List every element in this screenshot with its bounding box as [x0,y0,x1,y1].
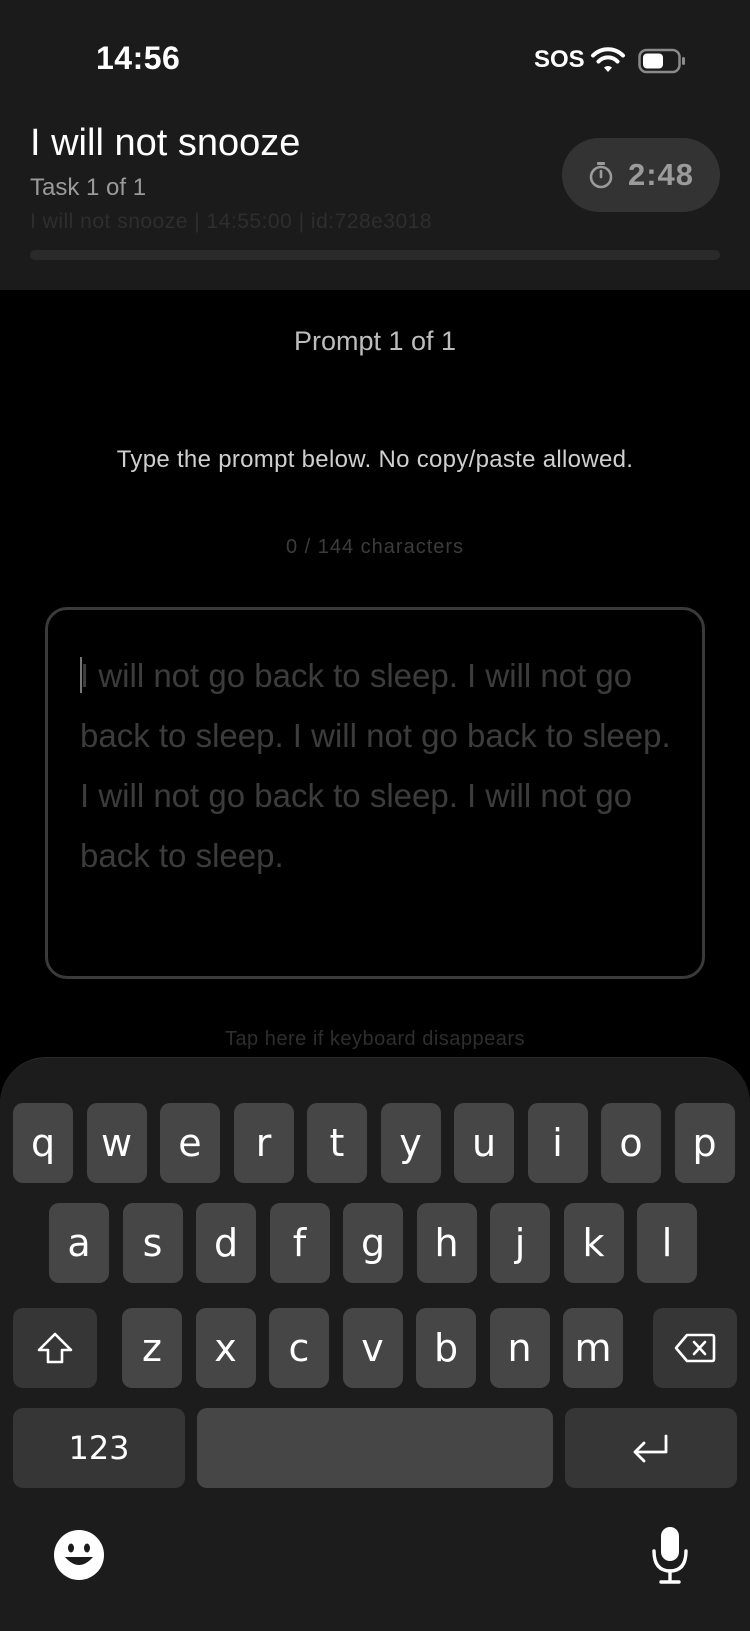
status-bar: 14:56 SOS [0,0,750,110]
wifi-icon [591,47,625,72]
key-z[interactable]: z [122,1308,182,1388]
key-o[interactable]: o [601,1103,661,1183]
key-s[interactable]: s [122,1203,183,1283]
prompt-placeholder: I will not go back to sleep. I will not … [80,646,672,886]
key-y[interactable]: y [380,1103,441,1183]
task-counter: Task 1 of 1 [30,174,147,201]
key-k[interactable]: k [563,1203,624,1283]
shift-key[interactable] [13,1308,97,1388]
key-d[interactable]: d [196,1203,256,1283]
numbers-key[interactable]: 123 [13,1408,185,1488]
key-c[interactable]: c [269,1308,329,1388]
task-title: I will not snooze [30,122,301,164]
prompt-instructions: Type the prompt below. No copy/paste all… [116,446,634,473]
status-carrier: SOS [534,46,585,73]
prompt-text-input[interactable]: I will not go back to sleep. I will not … [45,607,705,979]
on-screen-keyboard: qwertyuiop asdfghjkl zxcvbnm 123 [0,1057,750,1631]
return-icon [633,1434,668,1463]
key-e[interactable]: e [160,1103,220,1183]
key-t[interactable]: t [307,1103,367,1183]
space-key[interactable] [197,1408,553,1488]
key-i[interactable]: i [527,1103,588,1183]
battery-icon [638,48,685,74]
microphone-icon [652,1527,688,1584]
status-time: 14:56 [96,40,181,76]
key-q[interactable]: q [13,1103,73,1183]
key-v[interactable]: v [342,1308,403,1388]
delete-key[interactable] [653,1308,737,1388]
character-count: 0 / 144 characters [285,536,465,558]
key-x[interactable]: x [195,1308,256,1388]
task-debug-info: I will not snooze | 14:55:00 | id:728e30… [30,210,433,233]
key-w[interactable]: w [86,1103,147,1183]
dictation-button[interactable] [648,1523,692,1587]
emoji-button[interactable] [52,1528,106,1582]
key-b[interactable]: b [416,1308,476,1388]
key-p[interactable]: p [674,1103,735,1183]
task-header: I will not snooze Task 1 of 1 I will not… [0,110,750,290]
stopwatch-icon [589,162,613,189]
key-u[interactable]: u [454,1103,514,1183]
key-n[interactable]: n [489,1308,550,1388]
delete-icon [674,1333,716,1363]
shift-icon [37,1332,73,1364]
return-key[interactable] [565,1408,737,1488]
key-j[interactable]: j [490,1203,550,1283]
emoji-icon [54,1530,104,1580]
key-m[interactable]: m [563,1308,623,1388]
keyboard-restore-link[interactable]: Tap here if keyboard disappears [0,1028,750,1051]
key-r[interactable]: r [233,1103,294,1183]
placeholder-text: I will not go back to sleep. I will not … [80,657,671,874]
key-a[interactable]: a [49,1203,109,1283]
task-progress-bar [30,250,720,260]
key-f[interactable]: f [269,1203,330,1283]
key-g[interactable]: g [343,1203,403,1283]
countdown-timer: 2:48 [562,138,720,212]
key-l[interactable]: l [637,1203,697,1283]
prompt-counter: Prompt 1 of 1 [293,326,457,356]
timer-value: 2:48 [627,157,695,192]
key-h[interactable]: h [416,1203,477,1283]
